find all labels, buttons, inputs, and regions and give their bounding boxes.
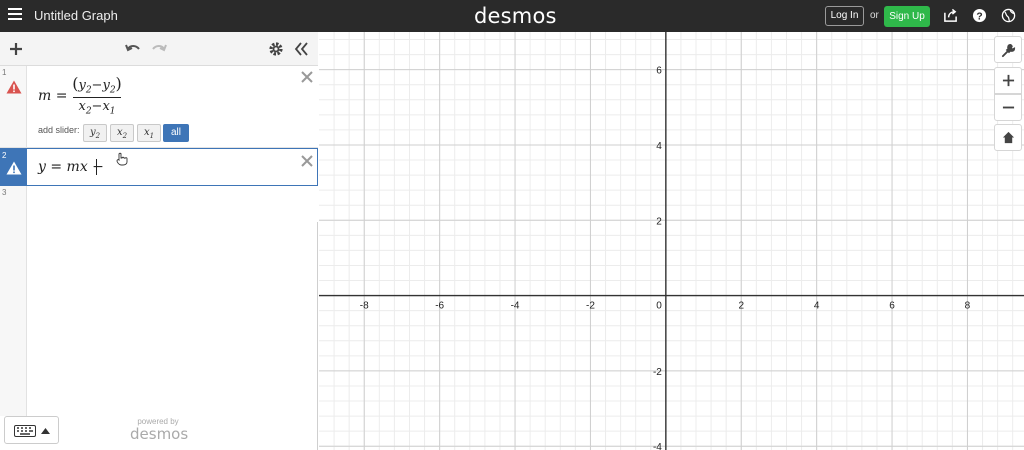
zoom-in-button[interactable]	[994, 67, 1022, 94]
brand-logo: desmos	[474, 4, 557, 28]
x-tick-label: -6	[435, 301, 444, 312]
y-tick-label: 4	[656, 141, 662, 152]
minus-sign: −	[91, 78, 103, 93]
globe-icon[interactable]	[1001, 8, 1016, 23]
x-tick-label: -2	[586, 301, 595, 312]
wrench-icon	[1001, 43, 1016, 58]
hand-cursor-icon	[116, 152, 128, 166]
warning-icon[interactable]	[6, 161, 22, 175]
slider-chip-all[interactable]: all	[163, 124, 189, 142]
var-y: y	[78, 78, 86, 93]
x-tick-label: 8	[965, 301, 971, 312]
expression-input[interactable]: y = mx −	[38, 159, 104, 175]
login-button[interactable]: Log In	[825, 6, 864, 26]
add-slider-label: add slider:	[38, 125, 80, 135]
close-icon[interactable]	[300, 154, 314, 168]
or-label: or	[870, 10, 879, 21]
zoom-out-icon	[1002, 106, 1015, 109]
x-tick-label: -8	[360, 301, 369, 312]
expression-number: 2	[2, 151, 7, 160]
expression-number: 1	[2, 68, 7, 77]
powered-by-logo: desmos	[130, 425, 189, 443]
menu-icon[interactable]	[8, 8, 22, 22]
minus-sign: −	[91, 98, 103, 114]
expression-row-selected[interactable]: 2 y = mx −	[0, 148, 318, 186]
zoom-out-button[interactable]	[994, 94, 1022, 121]
expression-gutter: 2	[0, 149, 27, 185]
redo-icon[interactable]	[150, 40, 168, 58]
expression-gutter: 3	[0, 186, 27, 416]
x-tick-label: 4	[814, 301, 820, 312]
signup-button[interactable]: Sign Up	[884, 6, 930, 27]
slider-chip-x1[interactable]: x1	[137, 124, 161, 142]
y-tick-label: -2	[653, 367, 662, 378]
graph-settings-button[interactable]	[994, 36, 1022, 63]
fraction-bar	[73, 96, 121, 98]
keyboard-icon	[14, 425, 36, 437]
share-icon[interactable]	[943, 8, 958, 23]
expression-gutter: 1	[0, 66, 27, 147]
text-cursor	[96, 159, 97, 175]
expression-number: 3	[2, 188, 7, 197]
expression-panel: 1 m = (y2−y2) x2−x1 add slider: y2 x2 x1…	[0, 32, 318, 450]
warning-icon[interactable]	[6, 80, 22, 94]
fraction-numerator: (y2−y2)	[69, 74, 125, 96]
expression-row-empty[interactable]: 3	[0, 186, 318, 416]
expression-lhs: m =	[38, 88, 68, 104]
fraction-denominator: x2−x1	[69, 99, 125, 117]
x-tick-label: -4	[511, 301, 520, 312]
var-x: x	[102, 98, 110, 114]
gear-icon[interactable]	[267, 40, 285, 58]
subscript: 1	[109, 106, 116, 117]
y-tick-label: 6	[656, 66, 662, 77]
var-x: x	[78, 98, 86, 114]
expression-toolbar	[0, 32, 318, 66]
undo-icon[interactable]	[124, 40, 142, 58]
fraction: (y2−y2) x2−x1	[69, 74, 125, 116]
slider-chip-y2[interactable]: y2	[83, 124, 107, 142]
chip-subscript: 2	[95, 132, 101, 140]
var-y: y	[102, 78, 110, 93]
chip-subscript: 1	[149, 132, 155, 140]
top-bar: Untitled Graph desmos Log In or Sign Up …	[0, 0, 1024, 32]
x-tick-label: 6	[889, 301, 895, 312]
default-viewport-button[interactable]	[994, 124, 1022, 151]
caret-up-icon	[41, 428, 50, 434]
slider-chip-x2[interactable]: x2	[110, 124, 134, 142]
collapse-icon[interactable]	[292, 40, 310, 58]
y-tick-label: -4	[653, 442, 662, 450]
paren-close: )	[115, 74, 122, 93]
zoom-in-icon	[1002, 74, 1015, 87]
home-icon	[1002, 131, 1015, 144]
x-tick-label: 0	[656, 301, 662, 312]
svg-text:?: ?	[976, 11, 982, 22]
y-tick-label: 2	[656, 216, 662, 227]
keyboard-toggle-button[interactable]	[4, 416, 59, 444]
plus-icon[interactable]	[7, 40, 25, 58]
powered-by: powered by desmos	[130, 417, 189, 443]
help-icon[interactable]: ?	[972, 8, 987, 23]
close-icon[interactable]	[300, 70, 314, 84]
chip-subscript: 2	[122, 132, 128, 140]
graph-title[interactable]: Untitled Graph	[34, 8, 118, 23]
x-tick-label: 2	[738, 301, 744, 312]
graph-canvas[interactable]: -8 -6 -4 -2 0 2 4 6 8 6 4 2 -2 -4	[319, 32, 1024, 450]
